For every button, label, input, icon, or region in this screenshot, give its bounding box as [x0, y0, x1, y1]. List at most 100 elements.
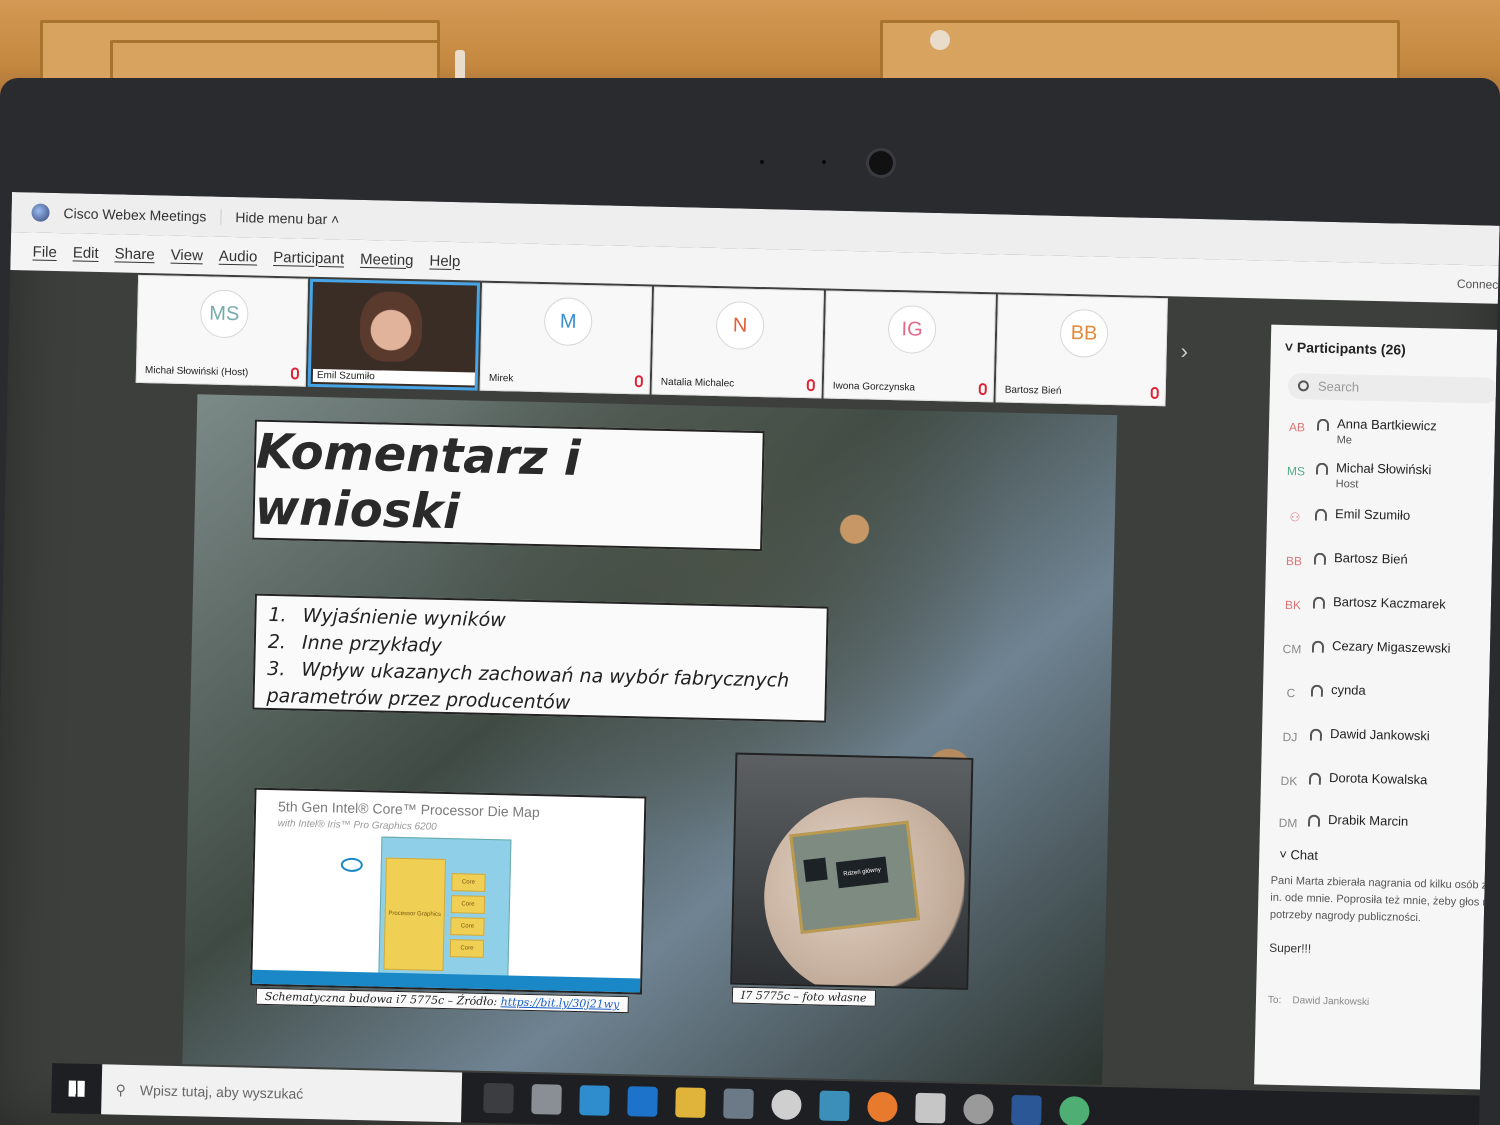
firefox-icon[interactable] — [867, 1091, 898, 1123]
menu-file[interactable]: File — [32, 243, 57, 261]
chat-message: Pani Marta zbierała nagrania od kilku os… — [1269, 874, 1500, 925]
menu-meeting[interactable]: Meeting — [360, 250, 414, 268]
participant-row[interactable]: DJ Dawid Jankowski — [1275, 719, 1486, 764]
tile-name: Bartosz Bień — [1004, 384, 1062, 397]
video-tile[interactable]: MS Michał Słowiński (Host) — [135, 274, 309, 387]
headset-icon — [1309, 728, 1323, 741]
sensor-dot — [822, 160, 826, 164]
participant-video — [359, 290, 423, 363]
participant-name: Michał Słowiński — [1335, 460, 1432, 478]
search-input[interactable]: Search — [1287, 373, 1499, 404]
avatar: BB — [1059, 308, 1109, 358]
headset-icon — [1314, 508, 1328, 521]
participants-header[interactable]: ˅ Participants (26) — [1285, 339, 1406, 358]
avatar: DM — [1278, 815, 1298, 831]
participant-row[interactable]: CM Cezary Migaszewski — [1277, 631, 1488, 676]
avatar: DJ — [1282, 729, 1298, 745]
cabinet-knob — [930, 30, 950, 50]
chevron-right-icon[interactable]: › — [1180, 339, 1188, 365]
tile-name: Natalia Michalec — [660, 376, 735, 390]
menu-edit[interactable]: Edit — [73, 244, 99, 262]
start-button[interactable] — [51, 1063, 102, 1114]
die-block: Core — [451, 873, 486, 892]
list-item: 3. Wpływ ukazanych zachowań na wybór fabr… — [266, 657, 790, 714]
cpu: Rdzeń główny — [789, 820, 921, 934]
participant-name: Drabik Marcin — [1327, 812, 1409, 829]
avatar: DK — [1280, 773, 1298, 789]
participant-row[interactable]: ⚇ Emil Szumiło — [1280, 499, 1491, 544]
participants-panel: ˅ Participants (26) Search AB Anna Bartk… — [1254, 324, 1500, 1090]
participant-name: Dawid Jankowski — [1329, 726, 1430, 744]
die-block: Core — [450, 917, 485, 936]
menu-audio[interactable]: Audio — [219, 247, 258, 265]
tile-name: Mirek — [488, 372, 514, 385]
menu-share[interactable]: Share — [114, 245, 154, 263]
tile-name: Iwona Gorczynska — [832, 380, 916, 394]
video-tile[interactable]: M Mirek — [479, 282, 653, 395]
shared-slide: Komentarz i wnioski 1. Wyjaśnienie wynikó… — [182, 394, 1118, 1085]
source-link[interactable]: https://bit.ly/30j21wy — [500, 995, 619, 1011]
video-tile[interactable]: IG Iwona Gorczynska — [823, 290, 996, 403]
slide-list: 1. Wyjaśnienie wyników 2. Inne przykłady 3… — [252, 593, 829, 723]
clock-icon[interactable] — [771, 1089, 802, 1121]
avatar: BK — [1284, 597, 1302, 613]
headset-icon — [1311, 640, 1325, 653]
menu-participant[interactable]: Participant — [273, 248, 344, 267]
participant-row[interactable]: DM Drabik Marcin — [1274, 805, 1485, 850]
participant-row[interactable]: C cynda — [1276, 675, 1487, 720]
edge-icon[interactable] — [627, 1086, 658, 1117]
video-tile[interactable]: BB Bartosz Bień — [995, 294, 1168, 407]
chat-header[interactable]: ˅ Chat — [1279, 847, 1318, 863]
hide-menu-button[interactable]: Hide menu bar ˄ — [220, 208, 340, 228]
headset-icon — [1307, 814, 1321, 827]
search-icon — [1297, 380, 1310, 392]
notepad-icon[interactable] — [915, 1092, 946, 1124]
headset-icon — [1312, 596, 1326, 609]
headset-icon — [1316, 418, 1330, 431]
video-tile-active[interactable]: Emil Szumiło — [307, 278, 481, 391]
taskbar-search[interactable]: ⚲ Wpisz tutaj, aby wyszukać — [101, 1064, 463, 1123]
muted-mic-icon — [1150, 386, 1159, 400]
avatar: IG — [887, 304, 937, 354]
connection-status[interactable]: Connec — [1457, 277, 1499, 292]
webex-icon[interactable] — [1059, 1096, 1090, 1125]
die-chip: Processor Graphics Core Core Core Core — [378, 836, 512, 980]
app-icon[interactable] — [579, 1085, 610, 1116]
tile-name: Michał Słowiński (Host) — [144, 365, 249, 379]
taskbar-apps — [461, 1082, 1090, 1125]
file-explorer-icon[interactable] — [675, 1087, 706, 1118]
slide-title: Komentarz i wnioski — [254, 423, 582, 541]
menu-help[interactable]: Help — [429, 252, 460, 270]
participant-row[interactable]: BB Bartosz Bień — [1279, 543, 1490, 588]
participant-name: Cezary Migaszewski — [1331, 638, 1451, 656]
mail-icon[interactable] — [819, 1090, 850, 1122]
participant-row[interactable]: DK Dorota Kowalska — [1274, 763, 1485, 808]
caption-photo: I7 5775c – foto własne — [731, 986, 876, 1007]
chat-message: Super!!! — [1269, 940, 1312, 956]
participant-row[interactable]: AB Anna Bartkiewicz Me — [1282, 409, 1493, 454]
search-icon: ⚲ — [115, 1081, 127, 1098]
avatar: CM — [1282, 641, 1302, 657]
die-map-image: 5th Gen Intel® Core™ Processor Die Map w… — [250, 787, 647, 995]
app-icon[interactable] — [531, 1084, 562, 1115]
avatar: C — [1286, 686, 1296, 701]
headset-icon — [1310, 684, 1324, 697]
webex-logo-icon — [31, 203, 50, 222]
avatar: N — [715, 301, 765, 351]
app-icon[interactable] — [723, 1088, 754, 1120]
die-map-heading: 5th Gen Intel® Core™ Processor Die Map — [277, 798, 540, 821]
word-icon[interactable] — [1011, 1094, 1042, 1125]
task-view-icon[interactable] — [483, 1082, 514, 1114]
slide-title-box: Komentarz i wnioski — [252, 419, 765, 552]
app-title: Cisco Webex Meetings — [63, 205, 207, 225]
participant-name: Bartosz Kaczmarek — [1332, 594, 1446, 612]
chat-recipient[interactable]: To: Dawid Jankowski — [1268, 995, 1369, 1008]
participant-row[interactable]: MS Michał Słowiński Host — [1282, 453, 1493, 498]
headset-icon — [1313, 552, 1327, 565]
headset-icon — [1315, 462, 1329, 475]
video-tile[interactable]: N Natalia Michalec — [651, 286, 824, 399]
participant-row[interactable]: BK Bartosz Kaczmarek — [1278, 587, 1489, 632]
menu-view[interactable]: View — [170, 246, 203, 264]
participant-name: Dorota Kowalska — [1328, 770, 1428, 788]
settings-icon[interactable] — [963, 1093, 994, 1125]
